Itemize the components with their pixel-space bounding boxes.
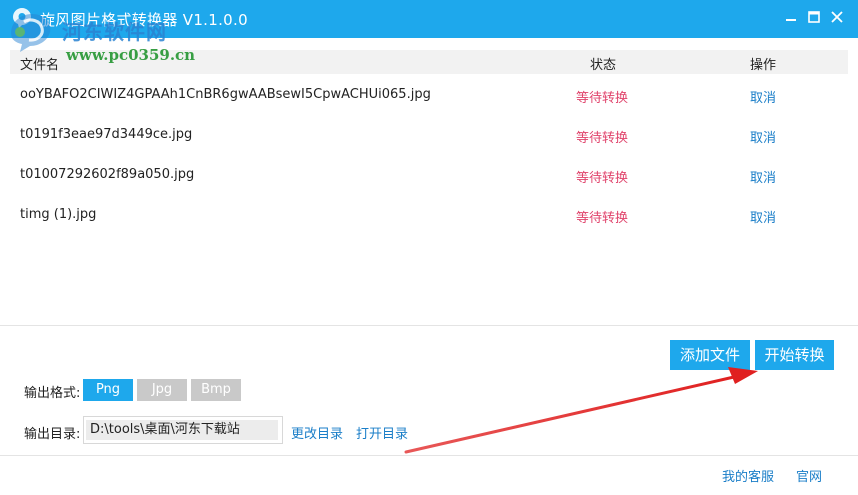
- cancel-link[interactable]: 取消: [750, 127, 776, 146]
- add-file-button[interactable]: 添加文件: [670, 340, 750, 370]
- table-row: ooYBAFO2CIWIZ4GPAAh1CnBR6gwAABsewI5CpwAC…: [10, 75, 848, 115]
- file-name: timg (1).jpg: [20, 207, 97, 222]
- divider: [0, 325, 858, 326]
- format-bmp-button[interactable]: Bmp: [191, 379, 241, 401]
- status-text: 等待转换: [576, 171, 629, 186]
- watermark-url: www.pc0359.cn: [66, 46, 196, 64]
- maximize-icon[interactable]: [805, 8, 823, 26]
- table-row: timg (1).jpg 等待转换 取消: [10, 195, 848, 235]
- table-row: t0191f3eae97d3449ce.jpg 等待转换 取消: [10, 115, 848, 155]
- file-name: t0191f3eae97d3449ce.jpg: [20, 127, 193, 142]
- file-name: t01007292602f89a050.jpg: [20, 167, 195, 182]
- start-convert-button[interactable]: 开始转换: [755, 340, 834, 370]
- output-dir-label: 输出目录:: [24, 427, 81, 442]
- output-dir-field[interactable]: D:\tools\桌面\河东下载站: [83, 416, 283, 444]
- table-row: t01007292602f89a050.jpg 等待转换 取消: [10, 155, 848, 195]
- customer-service-link[interactable]: 我的客服: [722, 466, 774, 485]
- status-text: 等待转换: [576, 91, 629, 106]
- cancel-link[interactable]: 取消: [750, 167, 776, 186]
- cancel-link[interactable]: 取消: [750, 87, 776, 106]
- watermark-logo-icon: [11, 14, 51, 52]
- cancel-link[interactable]: 取消: [750, 207, 776, 226]
- format-jpg-button[interactable]: Jpg: [137, 379, 187, 401]
- output-dir-value: D:\tools\桌面\河东下载站: [86, 420, 278, 440]
- status-text: 等待转换: [576, 211, 629, 226]
- output-format-label: 输出格式:: [24, 386, 81, 401]
- app-window: 旋风图片格式转换器 V1.1.0.0 文件名 状态 操作 河东软件网 www.p…: [0, 0, 858, 495]
- open-dir-link[interactable]: 打开目录: [356, 423, 408, 442]
- divider: [0, 455, 858, 456]
- file-name: ooYBAFO2CIWIZ4GPAAh1CnBR6gwAABsewI5CpwAC…: [20, 87, 431, 102]
- close-icon[interactable]: [828, 8, 846, 26]
- status-text: 等待转换: [576, 131, 629, 146]
- change-dir-link[interactable]: 更改目录: [291, 423, 343, 442]
- watermark-site-name: 河东软件网: [62, 20, 167, 44]
- column-header-status: 状态: [590, 58, 617, 73]
- column-header-filename: 文件名: [20, 58, 60, 73]
- minimize-icon[interactable]: [782, 8, 800, 26]
- format-png-button[interactable]: Png: [83, 379, 133, 401]
- column-header-operation: 操作: [750, 58, 777, 73]
- official-website-link[interactable]: 官网: [796, 466, 822, 485]
